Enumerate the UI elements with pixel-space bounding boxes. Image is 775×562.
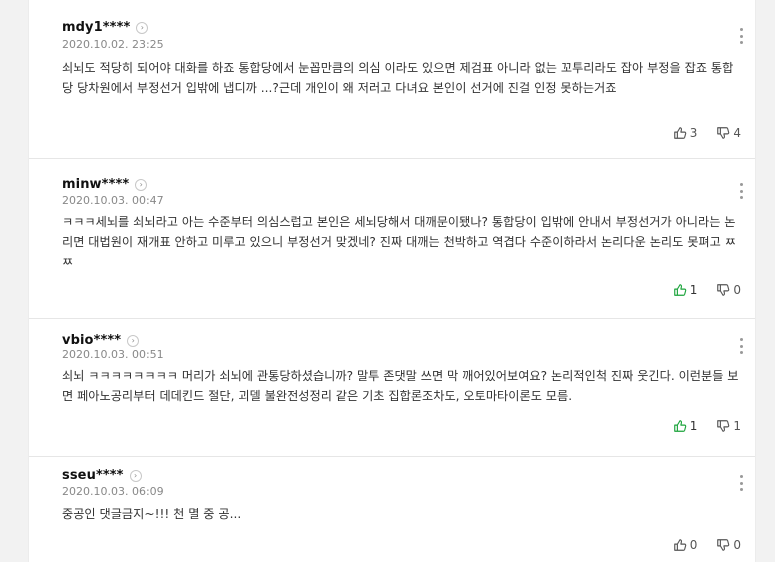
author-line: sseu**** › <box>62 468 142 483</box>
like-button[interactable]: 1 <box>673 419 698 433</box>
comment-item: vbio**** › 2020.10.03. 00:51 쇠뇌 ㅋㅋㅋㅋㅋㅋㅋㅋ… <box>29 318 755 457</box>
comment-username[interactable]: minw**** <box>62 177 129 192</box>
comment-username[interactable]: mdy1**** <box>62 20 130 35</box>
author-line: mdy1**** › <box>62 20 149 35</box>
vote-buttons: 0 0 <box>654 538 741 552</box>
comment-text: 쇠뇌도 적당히 되어야 대화를 하죠 통합당에서 눈꼽만큼의 의심 이라도 있으… <box>62 61 734 95</box>
like-button[interactable]: 1 <box>673 283 698 297</box>
like-button[interactable]: 0 <box>673 538 698 552</box>
like-count: 1 <box>689 419 698 433</box>
vote-buttons: 1 1 <box>654 419 741 433</box>
comment-item: minw**** › 2020.10.03. 00:47 ㅋㅋㅋ세뇌를 쇠뇌라고… <box>29 158 755 319</box>
author-line: vbio**** › <box>62 333 140 348</box>
more-options-icon[interactable] <box>737 183 745 199</box>
comment-list: mdy1**** › 2020.10.02. 23:25 쇠뇌도 적당히 되어야… <box>28 0 756 562</box>
comment-date: 2020.10.03. 06:09 <box>62 485 164 498</box>
like-button[interactable]: 3 <box>673 126 698 140</box>
vote-buttons: 3 4 <box>654 126 741 140</box>
comment-date: 2020.10.02. 23:25 <box>62 38 164 51</box>
comment-text: ㅋㅋㅋ세뇌를 쇠뇌라고 아는 수준부터 의심스럽고 본인은 세뇌당해서 대깨문이… <box>62 215 736 269</box>
chevron-right-circle-icon[interactable]: › <box>136 21 149 34</box>
dislike-button[interactable]: 0 <box>716 283 741 297</box>
more-options-icon[interactable] <box>737 28 745 44</box>
dislike-count: 0 <box>733 538 741 552</box>
more-options-icon[interactable] <box>737 475 745 491</box>
chevron-right-circle-icon[interactable]: › <box>127 334 140 347</box>
comment-item: mdy1**** › 2020.10.02. 23:25 쇠뇌도 적당히 되어야… <box>29 0 755 159</box>
dislike-count: 0 <box>733 283 741 297</box>
dislike-button[interactable]: 1 <box>716 419 741 433</box>
thumbs-up-icon <box>673 127 687 139</box>
chevron-right-circle-icon[interactable]: › <box>135 178 148 191</box>
thumbs-down-icon <box>717 420 730 432</box>
dislike-count: 1 <box>733 419 741 433</box>
thumbs-up-icon <box>673 284 687 296</box>
chevron-right-circle-icon[interactable]: › <box>129 469 142 482</box>
comment-date: 2020.10.03. 00:47 <box>62 194 164 207</box>
like-count: 0 <box>689 538 698 552</box>
vote-buttons: 1 0 <box>654 283 741 297</box>
comment-text: 중공인 댓글금지~!!! 천 멸 중 공... <box>62 507 242 521</box>
dislike-button[interactable]: 0 <box>716 538 741 552</box>
like-count: 3 <box>689 126 698 140</box>
comment-date: 2020.10.03. 00:51 <box>62 348 164 361</box>
thumbs-up-icon <box>673 539 687 551</box>
thumbs-down-icon <box>717 127 730 139</box>
thumbs-up-icon <box>673 420 687 432</box>
author-line: minw**** › <box>62 177 148 192</box>
dislike-count: 4 <box>733 126 741 140</box>
comment-username[interactable]: sseu**** <box>62 468 124 483</box>
more-options-icon[interactable] <box>737 338 745 354</box>
comment-text: 쇠뇌 ㅋㅋㅋㅋㅋㅋㅋㅋ 머리가 쇠뇌에 관통당하셨습니까? 말투 존댓말 쓰면 … <box>62 369 739 403</box>
comment-username[interactable]: vbio**** <box>62 333 121 348</box>
comment-item: sseu**** › 2020.10.03. 06:09 중공인 댓글금지~!!… <box>29 456 755 562</box>
like-count: 1 <box>689 283 698 297</box>
thumbs-down-icon <box>717 284 730 296</box>
dislike-button[interactable]: 4 <box>716 126 741 140</box>
thumbs-down-icon <box>717 539 730 551</box>
